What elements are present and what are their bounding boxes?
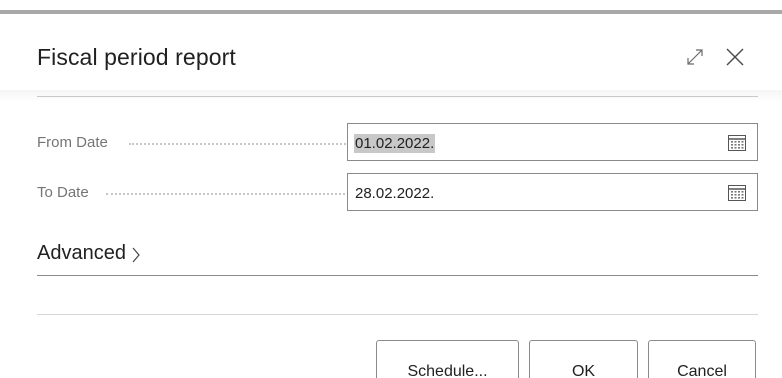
chevron-right-icon [132, 247, 140, 262]
advanced-toggle[interactable]: Advanced [37, 242, 141, 265]
expand-icon [687, 49, 703, 65]
advanced-divider [37, 275, 758, 276]
close-icon [726, 48, 744, 66]
advanced-label: Advanced [37, 242, 126, 264]
ok-button[interactable]: OK [529, 340, 638, 378]
header-divider [37, 96, 758, 97]
to-date-input[interactable]: 28.02.2022. [347, 173, 758, 211]
from-date-row: From Date 01.02.2022. [37, 123, 758, 161]
dialog-title: Fiscal period report [37, 44, 236, 70]
close-button[interactable] [723, 44, 747, 70]
from-date-input[interactable]: 01.02.2022. [347, 123, 758, 161]
top-strip [0, 10, 782, 14]
to-date-label: To Date [37, 184, 89, 201]
to-date-leader-dots [106, 193, 369, 195]
schedule-button[interactable]: Schedule... [376, 340, 519, 378]
from-date-label: From Date [37, 134, 108, 151]
calendar-icon [728, 185, 746, 201]
from-date-calendar-button[interactable] [727, 133, 747, 153]
expand-button[interactable] [683, 44, 707, 70]
from-date-value: 01.02.2022. [354, 134, 436, 153]
calendar-icon [728, 135, 746, 151]
from-date-leader-dots [129, 143, 369, 145]
to-date-calendar-button[interactable] [727, 183, 747, 203]
cancel-button[interactable]: Cancel [648, 340, 756, 378]
to-date-row: To Date 28.02.2022. [37, 173, 758, 211]
footer-divider [37, 314, 758, 315]
to-date-value: 28.02.2022. [355, 185, 435, 202]
